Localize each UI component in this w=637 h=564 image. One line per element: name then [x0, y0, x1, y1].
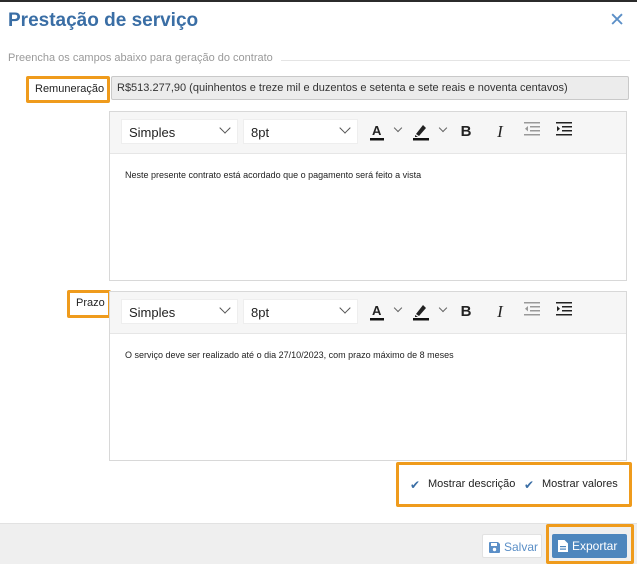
paragraph-style-select[interactable]: Simples	[121, 299, 238, 324]
file-export-icon	[558, 540, 568, 555]
remuneracao-field: R$513.277,90 (quinhentos e treze mil e d…	[111, 76, 629, 100]
font-size-value: 8pt	[251, 305, 270, 320]
font-color-icon[interactable]: A	[368, 302, 386, 322]
paragraph-style-value: Simples	[129, 305, 176, 320]
font-size-value: 8pt	[251, 125, 270, 140]
checkmark-icon: ✔	[410, 478, 421, 492]
save-button-label: Salvar	[504, 540, 539, 554]
section-label: Preencha os campos abaixo para geração d…	[8, 52, 281, 64]
chevron-down-icon	[219, 122, 231, 134]
save-button[interactable]: Salvar	[482, 534, 542, 558]
indent-icon[interactable]	[555, 302, 573, 322]
prazo-label: Prazo	[76, 297, 105, 309]
italic-icon[interactable]: I	[493, 122, 507, 142]
font-size-select[interactable]: 8pt	[243, 119, 358, 144]
chevron-down-icon[interactable]	[438, 123, 448, 133]
editor-toolbar: Simples 8pt A B I	[110, 112, 626, 154]
editor-content[interactable]: O serviço deve ser realizado até o dia 2…	[125, 350, 454, 360]
mostrar-valores-label: Mostrar valores	[542, 478, 618, 490]
dialog: Prestação de serviço ✕ Preencha os campo…	[0, 0, 637, 564]
highlight-color-icon[interactable]	[411, 122, 431, 142]
checkmark-icon: ✔	[524, 478, 535, 492]
mostrar-descricao-checkbox[interactable]: ✔ Mostrar descrição	[410, 478, 515, 491]
chevron-down-icon	[339, 302, 351, 314]
chevron-down-icon[interactable]	[438, 303, 448, 313]
prazo-editor[interactable]: Simples 8pt A B I O serviço deve ser rea…	[109, 291, 627, 461]
chevron-down-icon	[219, 302, 231, 314]
font-color-icon[interactable]: A	[368, 122, 386, 142]
export-button[interactable]: Exportar	[552, 534, 627, 558]
chevron-down-icon[interactable]	[393, 303, 403, 313]
svg-text:A: A	[372, 303, 382, 318]
paragraph-style-value: Simples	[129, 125, 176, 140]
editor-content[interactable]: Neste presente contrato está acordado qu…	[125, 170, 421, 180]
svg-text:A: A	[372, 123, 382, 138]
floppy-disk-icon	[489, 542, 500, 556]
bold-icon[interactable]: B	[459, 122, 473, 142]
highlight-color-icon[interactable]	[411, 302, 431, 322]
export-button-label: Exportar	[572, 539, 618, 553]
indent-icon[interactable]	[555, 122, 573, 142]
close-icon[interactable]: ✕	[609, 11, 625, 31]
mostrar-descricao-label: Mostrar descrição	[428, 478, 516, 490]
outdent-icon[interactable]	[523, 122, 541, 142]
chevron-down-icon	[339, 122, 351, 134]
dialog-title: Prestação de serviço	[8, 10, 199, 31]
italic-icon[interactable]: I	[493, 302, 507, 322]
bold-icon[interactable]: B	[459, 302, 473, 322]
mostrar-valores-checkbox[interactable]: ✔ Mostrar valores	[524, 478, 618, 491]
descricao-editor[interactable]: Simples 8pt A B I Neste presente contrat…	[109, 111, 627, 281]
section-header: Preencha os campos abaixo para geração d…	[8, 52, 630, 66]
chevron-down-icon[interactable]	[393, 123, 403, 133]
paragraph-style-select[interactable]: Simples	[121, 119, 238, 144]
outdent-icon[interactable]	[523, 302, 541, 322]
font-size-select[interactable]: 8pt	[243, 299, 358, 324]
editor-toolbar: Simples 8pt A B I	[110, 292, 626, 334]
remuneracao-label: Remuneração	[35, 83, 105, 95]
